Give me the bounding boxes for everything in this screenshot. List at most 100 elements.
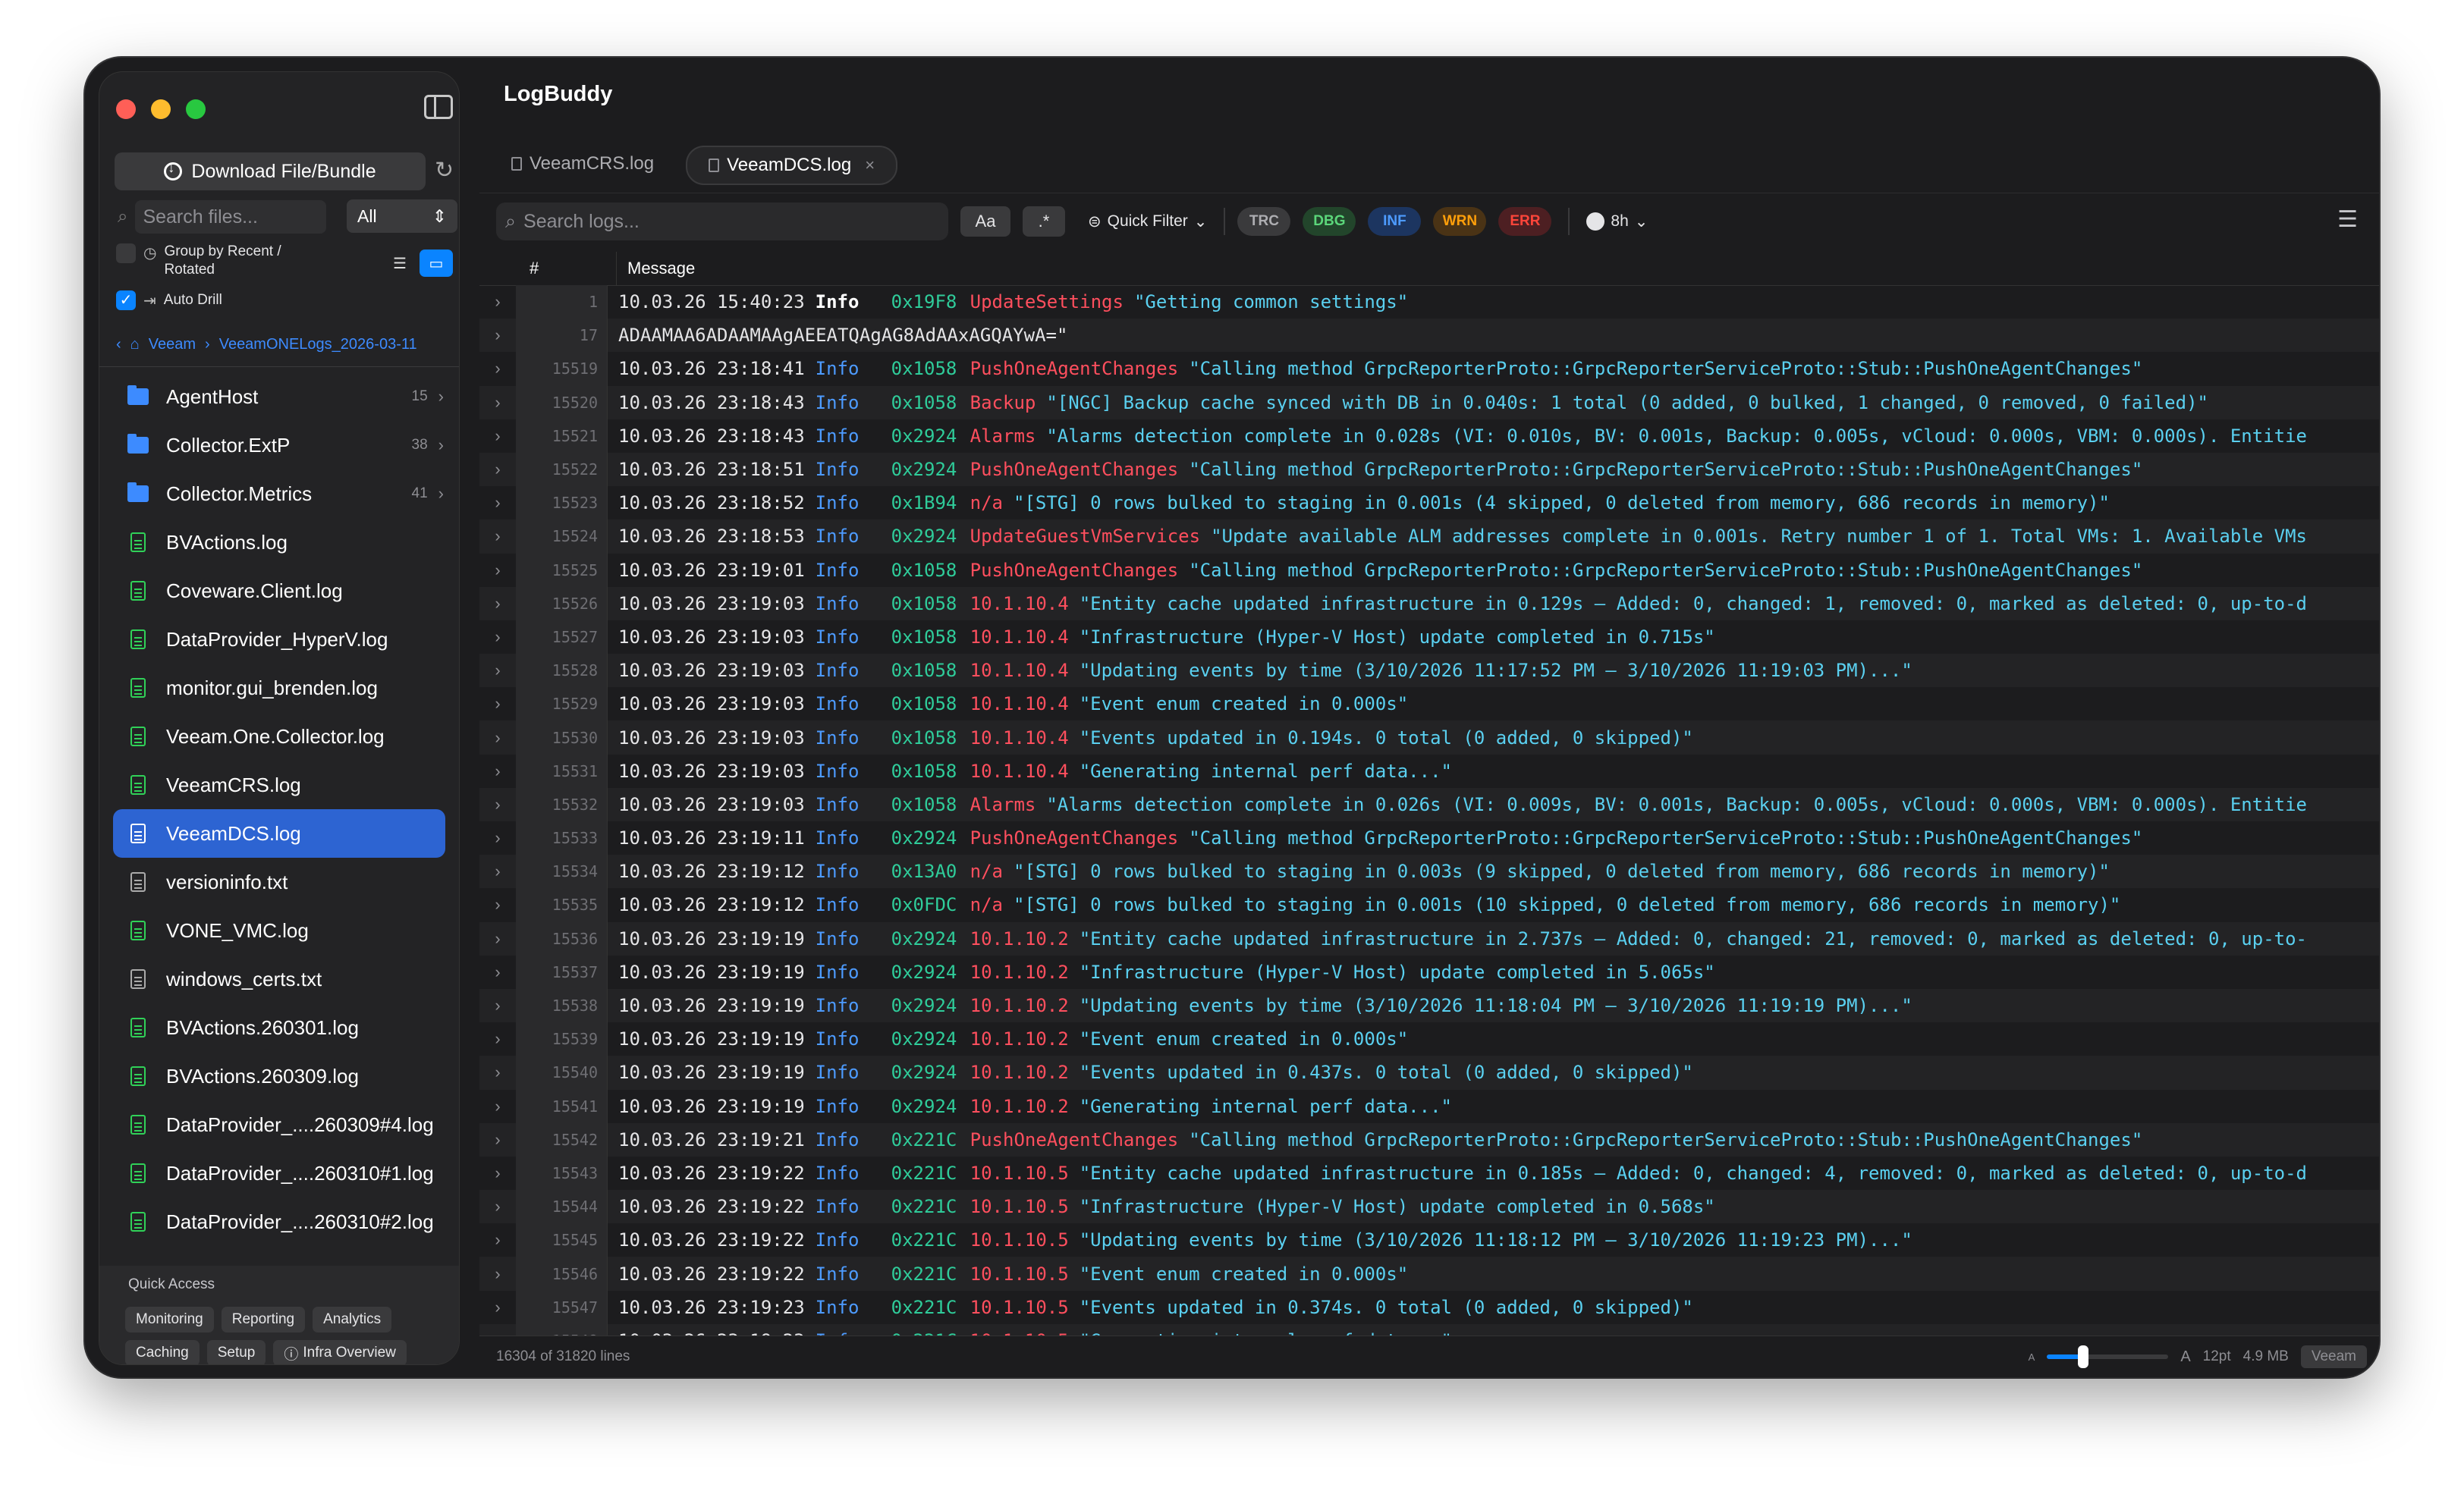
sidebar-file-item[interactable]: VeeamDCS.log bbox=[113, 809, 445, 858]
expand-chevron-icon[interactable]: › bbox=[479, 292, 516, 312]
file-search-input[interactable]: Search files... bbox=[135, 200, 327, 234]
quick-filter-dropdown[interactable]: ⊜ Quick Filter ⌄ bbox=[1088, 212, 1207, 231]
log-row[interactable]: › 15525 10.03.26 23:19:01 Info 0x1058 PushOne… bbox=[479, 553, 2379, 587]
breadcrumb-item[interactable]: Veeam bbox=[149, 336, 196, 353]
log-row[interactable]: › 15544 10.03.26 23:19:22 Info 0x221C 10.1.10… bbox=[479, 1190, 2379, 1224]
log-row[interactable]: › 15535 10.03.26 23:19:12 Info 0x0FDC n/a "[ST… bbox=[479, 888, 2379, 922]
log-row[interactable]: › 15530 10.03.26 23:19:03 Info 0x1058 10.1.10… bbox=[479, 720, 2379, 755]
expand-chevron-icon[interactable]: › bbox=[479, 795, 516, 815]
close-window-button[interactable] bbox=[116, 99, 136, 119]
download-bundle-button[interactable]: Download File/Bundle bbox=[115, 152, 426, 190]
log-row[interactable]: › 15534 10.03.26 23:19:12 Info 0x13A0 n/a "[ST… bbox=[479, 855, 2379, 889]
log-row[interactable]: › 15547 10.03.26 23:19:23 Info 0x221C 10.1.10… bbox=[479, 1290, 2379, 1324]
column-header-number[interactable]: # bbox=[479, 259, 616, 278]
refresh-icon[interactable]: ↻ bbox=[435, 157, 454, 184]
quick-setup[interactable]: Setup bbox=[206, 1340, 266, 1364]
quick-monitoring[interactable]: Monitoring bbox=[125, 1307, 214, 1332]
sidebar-file-item[interactable]: DataProvider_....260310#2.log bbox=[99, 1198, 459, 1246]
group-by-recent-toggle[interactable]: ◷ Group by Recent / Rotated bbox=[116, 243, 281, 278]
sidebar-file-item[interactable]: DataProvider_HyperV.log bbox=[99, 615, 459, 664]
sidebar-file-item[interactable]: Collector.ExtP 38 › bbox=[99, 421, 459, 469]
sidebar-file-item[interactable]: BVActions.log bbox=[99, 518, 459, 567]
expand-chevron-icon[interactable]: › bbox=[479, 426, 516, 446]
expand-chevron-icon[interactable]: › bbox=[479, 828, 516, 848]
menu-icon[interactable]: ☰ bbox=[2337, 206, 2358, 233]
log-row[interactable]: › 15531 10.03.26 23:19:03 Info 0x1058 10.1.10… bbox=[479, 754, 2379, 788]
sidebar-file-item[interactable]: monitor.gui_brenden.log bbox=[99, 664, 459, 712]
log-row[interactable]: › 1 10.03.26 15:40:23 Info 0x19F8 UpdateSetti… bbox=[479, 285, 2379, 319]
expand-chevron-icon[interactable]: › bbox=[479, 1029, 516, 1049]
level-wrn-toggle[interactable]: WRN bbox=[1433, 207, 1487, 236]
quick-reporting[interactable]: Reporting bbox=[221, 1307, 306, 1332]
log-row[interactable]: › 17 ADAAMAA6ADAAMAAgAEEATQAgAG8AdAAxAGQAY… bbox=[479, 319, 2379, 353]
expand-chevron-icon[interactable]: › bbox=[479, 1264, 516, 1284]
expand-chevron-icon[interactable]: › bbox=[479, 627, 516, 647]
expand-chevron-icon[interactable]: › bbox=[479, 1197, 516, 1216]
log-row[interactable]: › 15539 10.03.26 23:19:19 Info 0x2924 10.1.10… bbox=[479, 1022, 2379, 1056]
quick-caching[interactable]: Caching bbox=[125, 1340, 200, 1364]
log-row[interactable]: › 15527 10.03.26 23:19:03 Info 0x1058 10.1.10… bbox=[479, 620, 2379, 654]
minimize-window-button[interactable] bbox=[151, 99, 171, 119]
sidebar-file-item[interactable]: Veeam.One.Collector.log bbox=[99, 712, 459, 761]
close-tab-icon[interactable]: × bbox=[865, 155, 875, 175]
back-chevron-icon[interactable]: ‹ bbox=[116, 336, 121, 353]
sidebar-file-item[interactable]: Coveware.Client.log bbox=[99, 567, 459, 615]
log-row[interactable]: › 15546 10.03.26 23:19:22 Info 0x221C 10.1.10… bbox=[479, 1257, 2379, 1291]
log-row[interactable]: › 15528 10.03.26 23:19:03 Info 0x1058 10.1.10… bbox=[479, 654, 2379, 688]
slider-knob[interactable] bbox=[2078, 1345, 2089, 1368]
expand-chevron-icon[interactable]: › bbox=[479, 761, 516, 781]
log-row[interactable]: › 15526 10.03.26 23:19:03 Info 0x1058 10.1.10… bbox=[479, 586, 2379, 620]
log-row[interactable]: › 15540 10.03.26 23:19:19 Info 0x2924 10.1.10… bbox=[479, 1056, 2379, 1090]
level-trc-toggle[interactable]: TRC bbox=[1237, 207, 1291, 236]
log-row[interactable]: › 15524 10.03.26 23:18:53 Info 0x2924 UpdateG… bbox=[479, 519, 2379, 554]
expand-chevron-icon[interactable]: › bbox=[479, 325, 516, 345]
sidebar-file-item[interactable]: Collector.Metrics 41 › bbox=[99, 469, 459, 518]
expand-chevron-icon[interactable]: › bbox=[479, 393, 516, 413]
log-row[interactable]: › 15537 10.03.26 23:19:19 Info 0x2924 10.1.10… bbox=[479, 955, 2379, 989]
expand-chevron-icon[interactable]: › bbox=[479, 1063, 516, 1082]
expand-chevron-icon[interactable]: › bbox=[479, 594, 516, 614]
expand-chevron-icon[interactable]: › bbox=[479, 493, 516, 513]
sidebar-file-item[interactable]: DataProvider_....260310#1.log bbox=[99, 1149, 459, 1198]
expand-chevron-icon[interactable]: › bbox=[479, 895, 516, 915]
home-icon[interactable]: ⌂ bbox=[130, 336, 140, 353]
level-inf-toggle[interactable]: INF bbox=[1368, 207, 1422, 236]
expand-chevron-icon[interactable]: › bbox=[479, 1298, 516, 1317]
expand-chevron-icon[interactable]: › bbox=[479, 694, 516, 714]
expand-chevron-icon[interactable]: › bbox=[479, 1097, 516, 1116]
regex-button[interactable]: .* bbox=[1023, 206, 1065, 237]
time-range-dropdown[interactable]: 8h ⌄ bbox=[1586, 212, 1648, 231]
expand-chevron-icon[interactable]: › bbox=[479, 460, 516, 479]
sidebar-file-item[interactable]: BVActions.260309.log bbox=[99, 1052, 459, 1100]
zoom-window-button[interactable] bbox=[186, 99, 206, 119]
expand-chevron-icon[interactable]: › bbox=[479, 996, 516, 1015]
auto-drill-toggle[interactable]: ✓ ⇥ Auto Drill bbox=[116, 290, 222, 310]
log-search-input[interactable]: ⌕ Search logs... bbox=[496, 202, 948, 240]
level-dbg-toggle[interactable]: DBG bbox=[1303, 207, 1356, 236]
log-row[interactable]: › 15541 10.03.26 23:19:19 Info 0x2924 10.1.10… bbox=[479, 1089, 2379, 1123]
log-rows[interactable]: › 1 10.03.26 15:40:23 Info 0x19F8 UpdateSetti… bbox=[479, 285, 2379, 1336]
match-case-button[interactable]: Aa bbox=[960, 206, 1010, 237]
log-row[interactable]: › 15522 10.03.26 23:18:51 Info 0x2924 PushOne… bbox=[479, 452, 2379, 487]
log-row[interactable]: › 15529 10.03.26 23:19:03 Info 0x1058 10.1.10… bbox=[479, 687, 2379, 721]
log-row[interactable]: › 15543 10.03.26 23:19:22 Info 0x221C 10.1.10… bbox=[479, 1156, 2379, 1191]
font-size-slider[interactable] bbox=[2047, 1345, 2169, 1368]
log-row[interactable]: › 15532 10.03.26 23:19:03 Info 0x1058 Alarms "… bbox=[479, 787, 2379, 821]
quick-analytics[interactable]: Analytics bbox=[313, 1307, 392, 1332]
log-row[interactable]: › 15538 10.03.26 23:19:19 Info 0x2924 10.1.10… bbox=[479, 988, 2379, 1023]
level-err-toggle[interactable]: ERR bbox=[1498, 207, 1552, 236]
expand-chevron-icon[interactable]: › bbox=[479, 661, 516, 680]
sidebar-file-item[interactable]: versioninfo.txt bbox=[99, 858, 459, 906]
tab-veeamdcs[interactable]: VeeamDCS.log × bbox=[686, 146, 898, 185]
expand-chevron-icon[interactable]: › bbox=[479, 929, 516, 949]
sidebar-file-item[interactable]: BVActions.260301.log bbox=[99, 1003, 459, 1052]
log-row[interactable]: › 15523 10.03.26 23:18:52 Info 0x1B94 n/a "[ST… bbox=[479, 486, 2379, 520]
expand-chevron-icon[interactable]: › bbox=[479, 526, 516, 546]
sidebar-toggle-icon[interactable] bbox=[424, 95, 453, 119]
expand-chevron-icon[interactable]: › bbox=[479, 728, 516, 748]
tab-veeamcrs[interactable]: VeeamCRS.log bbox=[490, 146, 675, 182]
log-row[interactable]: › 15545 10.03.26 23:19:22 Info 0x221C 10.1.10… bbox=[479, 1223, 2379, 1257]
quick-infra-overview[interactable]: ⓘ Infra Overview bbox=[273, 1340, 407, 1364]
expand-chevron-icon[interactable]: › bbox=[479, 862, 516, 881]
list-view-icon[interactable]: ☰ bbox=[383, 250, 416, 277]
